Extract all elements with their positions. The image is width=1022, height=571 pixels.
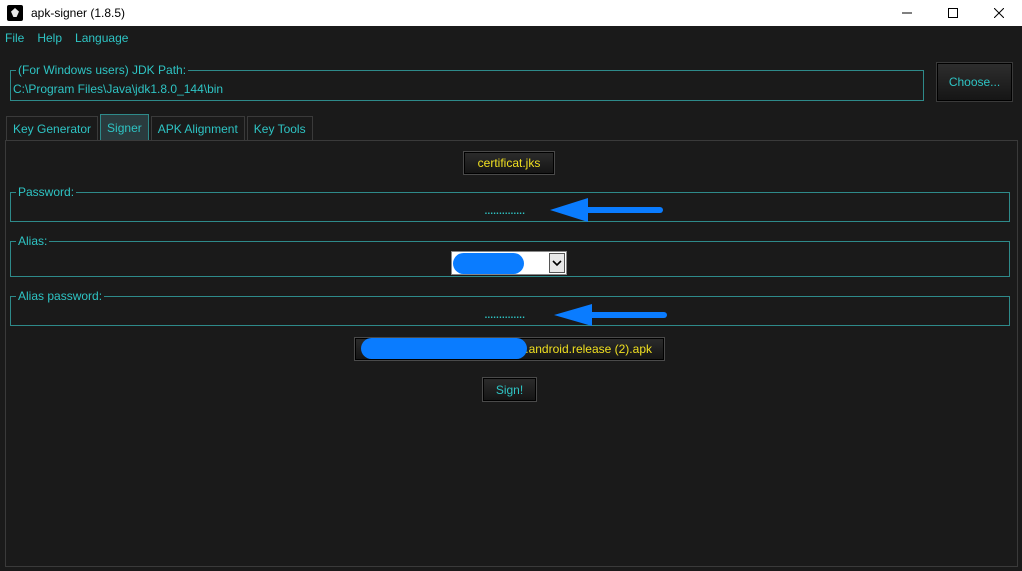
maximize-icon (948, 8, 958, 18)
close-icon (994, 8, 1004, 18)
app-window: apk-signer (1.8.5) File Help Language (F… (0, 0, 1022, 571)
menu-help[interactable]: Help (37, 31, 62, 45)
alias-dropdown-button[interactable] (549, 253, 565, 273)
password-group: Password: .............. (10, 185, 1010, 222)
chevron-down-icon (552, 260, 562, 267)
apk-filename-redaction (361, 338, 527, 359)
choose-jdk-button[interactable]: Choose... (936, 62, 1013, 102)
alias-redaction (453, 253, 524, 274)
annotation-arrow-icon (550, 198, 663, 222)
password-legend: Password: (16, 185, 77, 199)
menu-bar: File Help Language (0, 26, 1022, 50)
title-bar: apk-signer (1.8.5) (0, 0, 1022, 26)
tab-signer[interactable]: Signer (100, 114, 149, 140)
password-input[interactable]: .............. (484, 202, 525, 216)
app-logo-icon (7, 5, 23, 21)
alias-legend: Alias: (16, 234, 50, 248)
alias-password-legend: Alias password: (16, 289, 105, 303)
tab-key-generator[interactable]: Key Generator (6, 116, 99, 140)
menu-language[interactable]: Language (75, 31, 128, 45)
apk-file-label: .android.release (2).apk (525, 342, 652, 356)
window-title: apk-signer (1.8.5) (31, 6, 126, 20)
tab-bar: Key Generator Signer APK Alignment Key T… (6, 114, 315, 140)
jdk-path-field[interactable]: C:\Program Files\Java\jdk1.8.0_144\bin (13, 82, 223, 96)
tab-apk-alignment[interactable]: APK Alignment (150, 116, 245, 140)
tab-key-tools[interactable]: Key Tools (246, 116, 313, 140)
minimize-icon (902, 12, 912, 14)
close-button[interactable] (976, 0, 1022, 26)
menu-file[interactable]: File (5, 31, 24, 45)
window-controls (884, 0, 1022, 26)
sign-button[interactable]: Sign! (482, 377, 537, 402)
alias-password-group: Alias password: .............. (10, 289, 1010, 326)
minimize-button[interactable] (884, 0, 930, 26)
alias-password-input[interactable]: .............. (484, 306, 525, 320)
jdk-path-group: (For Windows users) JDK Path: C:\Program… (10, 63, 924, 101)
maximize-button[interactable] (930, 0, 976, 26)
annotation-arrow-icon (554, 304, 667, 326)
jdk-path-legend: (For Windows users) JDK Path: (16, 63, 189, 77)
keystore-file-button[interactable]: certificat.jks (463, 151, 555, 175)
